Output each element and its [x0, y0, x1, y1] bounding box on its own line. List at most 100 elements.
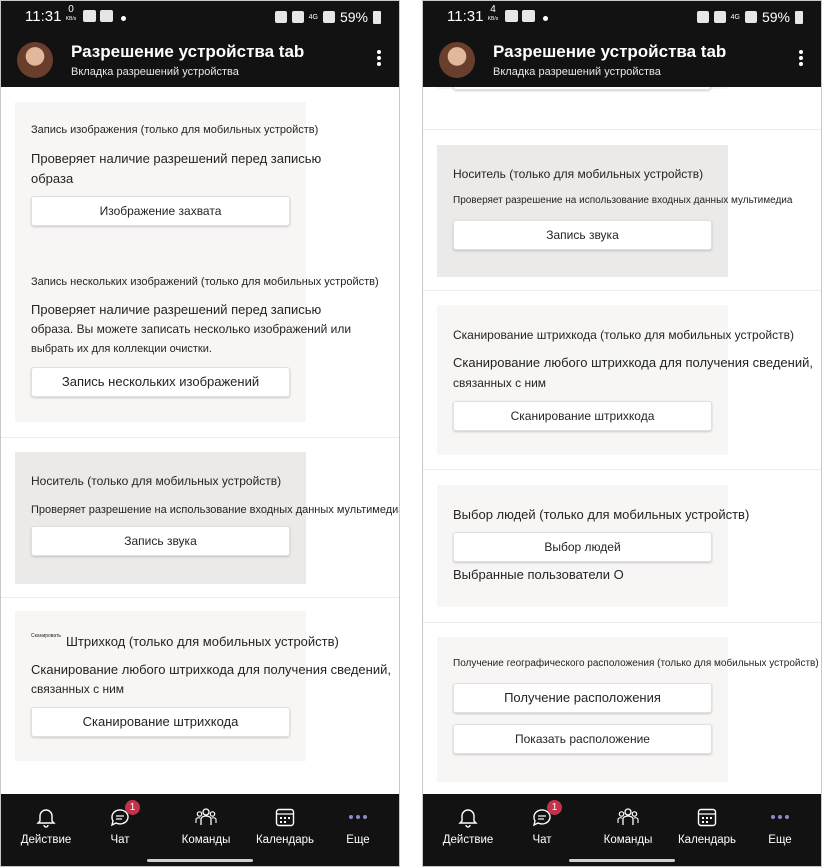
bell-icon: [457, 806, 479, 828]
tab-more-label: Еще: [768, 834, 792, 846]
tab-teams[interactable]: Команды: [171, 802, 241, 846]
tab-activity-label: Действие: [442, 834, 494, 846]
get-location-button[interactable]: Получение расположения: [453, 683, 712, 713]
selected-users-text: Выбранные пользователи О: [453, 567, 624, 582]
content-scroll[interactable]: Запись изображения (только для мобильных…: [1, 87, 399, 794]
tab-activity[interactable]: Действие: [11, 802, 81, 846]
scan-barcode-button[interactable]: Сканирование штрихкода: [31, 707, 290, 737]
status-time: 11:31: [25, 8, 62, 25]
divider: [423, 622, 821, 623]
phone-screen-left: 11:31 0 KB/s 4G 59% Разрешение устройства…: [0, 0, 400, 867]
chat-badge: 1: [547, 800, 562, 815]
chat-badge: 1: [125, 800, 140, 815]
capture-image-button[interactable]: Изображение захвата: [31, 196, 290, 226]
phone-screen-right: 11:31 4 KB/s 4G 59% Разрешение устройства…: [422, 0, 822, 867]
avatar[interactable]: [17, 42, 53, 78]
page-title: Разрешение устройства tab: [493, 42, 727, 61]
tab-activity[interactable]: Действие: [433, 802, 503, 846]
capture-multiple-button[interactable]: Запись нескольких изображений: [31, 367, 290, 397]
barcode-title: Штрихкод (только для мобильных устройств…: [66, 634, 339, 649]
tab-calendar[interactable]: Календарь: [672, 802, 742, 846]
tab-teams-label: Команды: [181, 834, 231, 846]
status-bar: 11:31 0 KB/s 4G 59%: [1, 1, 399, 35]
select-people-button[interactable]: Выбор людей: [453, 532, 712, 562]
bell-icon: [35, 806, 57, 828]
media-title: Носитель (только для мобильных устройств…: [31, 474, 282, 488]
divider: [1, 437, 399, 438]
mute-icon: [291, 11, 304, 23]
battery-icon: [795, 10, 803, 24]
avatar[interactable]: [439, 42, 475, 78]
divider: [1, 597, 399, 598]
notification-icon: [522, 10, 535, 22]
record-audio-button[interactable]: Запись звука: [453, 220, 712, 250]
status-bar: 11:31 4 KB/s 4G 59%: [423, 1, 821, 35]
show-location-button[interactable]: Показать расположение: [453, 724, 712, 754]
chat-icon: 1: [109, 800, 140, 828]
media-desc: Проверяет разрешение на использование вх…: [31, 504, 399, 516]
barcode-desc: связанных с ним: [31, 682, 125, 696]
media-card: [437, 145, 728, 277]
calendar-icon: [274, 806, 296, 828]
tab-more-label: Еще: [346, 834, 370, 846]
more-options-icon[interactable]: [377, 50, 383, 68]
media-card: [15, 452, 306, 584]
barcode-desc: связанных с ним: [453, 376, 547, 390]
divider: [423, 129, 821, 130]
capture-image-desc: Проверяет наличие разрешений перед запис…: [31, 151, 322, 166]
record-audio-button[interactable]: Запись звука: [31, 526, 290, 556]
bottom-tab-bar: Действие 1 Чат Команды Календарь Еще: [423, 794, 821, 866]
divider: [423, 469, 821, 470]
more-options-icon[interactable]: [799, 50, 805, 68]
people-picker-title: Выбор людей (только для мобильных устрой…: [453, 507, 750, 522]
network-type: 4G: [308, 13, 318, 21]
home-indicator[interactable]: [569, 859, 675, 862]
barcode-desc: Сканирование любого штрихкода для получе…: [453, 355, 813, 370]
teams-icon: [617, 806, 639, 828]
capture-multiple-desc: Проверяет наличие разрешений перед запис…: [31, 302, 322, 317]
image-notification-icon: [505, 10, 518, 22]
alarm-icon: [274, 11, 287, 23]
tab-teams[interactable]: Команды: [593, 802, 663, 846]
tab-calendar[interactable]: Календарь: [250, 802, 320, 846]
notification-icon: [83, 10, 96, 22]
mute-icon: [713, 11, 726, 23]
page-subtitle: Вкладка разрешений устройства: [493, 66, 661, 78]
tab-chat[interactable]: 1 Чат: [507, 800, 577, 846]
divider: [423, 290, 821, 291]
battery-icon: [373, 10, 381, 24]
capture-image-desc: образа: [31, 171, 74, 186]
status-right: 4G 59%: [274, 9, 381, 25]
tab-chat[interactable]: 1 Чат: [85, 800, 155, 846]
notification-icon: [100, 10, 113, 22]
home-indicator[interactable]: [147, 859, 253, 862]
tab-chat-label: Чат: [532, 834, 552, 846]
tab-activity-label: Действие: [20, 834, 72, 846]
media-desc: Проверяет разрешение на использование вх…: [453, 195, 793, 206]
signal-icon: [322, 11, 335, 23]
tab-calendar-label: Календарь: [677, 834, 737, 846]
alarm-icon: [696, 11, 709, 23]
app-header: Разрешение устройства tab Вкладка разреш…: [423, 35, 821, 87]
scan-barcode-button[interactable]: Сканирование штрихкода: [453, 401, 712, 431]
content-scroll[interactable]: Носитель (только для мобильных устройств…: [423, 87, 821, 794]
capture-multiple-desc: образа. Вы можете записать несколько изо…: [31, 322, 352, 336]
capture-multiple-title: Запись нескольких изображений (только дл…: [31, 276, 379, 288]
location-title: Получение географического расположения (…: [453, 658, 819, 669]
previous-card-button[interactable]: [453, 87, 711, 90]
barcode-desc: Сканирование любого штрихкода для получе…: [31, 662, 391, 677]
app-header: Разрешение устройства tab Вкладка разреш…: [1, 35, 399, 87]
barcode-title: Сканирование штрихкода (только для мобил…: [453, 328, 794, 342]
network-type: 4G: [730, 13, 740, 21]
battery-level: 59%: [761, 9, 790, 25]
media-title: Носитель (только для мобильных устройств…: [453, 167, 704, 181]
network-speed: 0 KB/s: [65, 4, 77, 23]
capture-multiple-desc: выбрать их для коллекции очистки.: [31, 343, 212, 355]
bottom-tab-bar: Действие 1 Чат Команды Календарь Еще: [1, 794, 399, 866]
tab-more[interactable]: Еще: [745, 802, 815, 846]
chat-icon: 1: [531, 800, 562, 828]
battery-level: 59%: [339, 9, 368, 25]
barcode-tiny-label: Сканировать: [31, 633, 61, 639]
page-title: Разрешение устройства tab: [71, 42, 305, 61]
tab-more[interactable]: Еще: [323, 802, 393, 846]
